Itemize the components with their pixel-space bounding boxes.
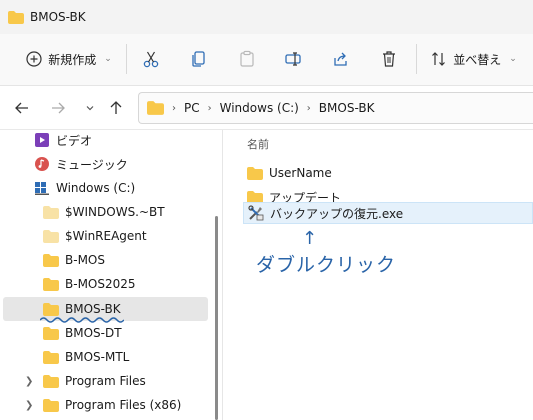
sort-button[interactable]: 並べ替え ⌄ <box>428 44 520 74</box>
folder-icon <box>43 253 59 267</box>
forward-button[interactable] <box>44 94 72 122</box>
sidebar-item-videos[interactable]: ビデオ <box>3 128 208 152</box>
video-icon <box>35 133 49 147</box>
new-button-label: 新規作成 <box>48 52 97 67</box>
music-icon <box>35 157 49 171</box>
cut-icon <box>143 51 159 68</box>
file-name: UserName <box>269 166 332 180</box>
plus-circle-icon <box>26 51 42 67</box>
rename-button[interactable] <box>278 44 308 74</box>
drive-icon <box>35 182 49 195</box>
chevron-right-icon[interactable]: ❯ <box>25 376 33 387</box>
folder-icon <box>43 302 59 316</box>
sidebar-item-label: BMOS-MTL <box>65 350 130 364</box>
paste-button[interactable] <box>232 44 262 74</box>
share-icon <box>334 52 347 66</box>
sidebar-item-label: B-MOS2025 <box>65 277 136 291</box>
sidebar-item-label: Program Files (x86) <box>65 398 182 412</box>
folder-icon <box>247 166 263 180</box>
folder-icon <box>147 101 164 115</box>
sidebar-item-bmos-dt[interactable]: BMOS-DT <box>3 321 208 345</box>
folder-icon <box>43 398 59 412</box>
copy-button[interactable] <box>184 44 214 74</box>
recent-locations-button[interactable] <box>76 94 104 122</box>
address-box[interactable]: › PC › Windows (C:) › BMOS-BK <box>138 92 533 124</box>
delete-icon <box>383 51 395 67</box>
delete-button[interactable] <box>374 44 404 74</box>
chevron-down-icon <box>86 106 94 111</box>
chevron-down-icon: ⌄ <box>104 54 112 64</box>
column-header-name[interactable]: 名前 <box>247 136 269 152</box>
navigation-pane: ビデオ ミュージック Windows (C:) $WINDOWS.~BT $Wi… <box>0 130 222 420</box>
arrow-left-icon <box>15 102 28 114</box>
sidebar-item-label: ビデオ <box>56 133 93 148</box>
back-button[interactable] <box>8 94 36 122</box>
scrollbar-thumb[interactable] <box>215 216 218 420</box>
title-bar: BMOS-BK <box>0 0 533 34</box>
file-row-restore-exe[interactable]: バックアップの復元.exe <box>243 202 533 224</box>
chevron-down-icon: ⌄ <box>509 54 517 64</box>
folder-icon <box>43 350 59 364</box>
sidebar-scrollbar[interactable] <box>211 130 221 420</box>
breadcrumb-drive[interactable]: Windows (C:) <box>220 101 299 115</box>
toolbar-divider <box>416 44 417 74</box>
sidebar-item-winreagent[interactable]: $WinREAgent <box>3 224 208 248</box>
cut-button[interactable] <box>136 44 166 74</box>
sidebar-item-windows-bt[interactable]: $WINDOWS.~BT <box>3 200 208 224</box>
chevron-right-icon: › <box>306 102 311 114</box>
sidebar-item-label: BMOS-BK <box>65 302 121 316</box>
sidebar-item-windows-c[interactable]: Windows (C:) <box>3 176 208 200</box>
sidebar-item-b-mos2025[interactable]: B-MOS2025 <box>3 272 208 296</box>
command-bar: 新規作成 ⌄ 並べ替え ⌄ <box>0 34 533 86</box>
annotation-arrow: ↑ <box>302 228 318 249</box>
folder-icon <box>43 326 59 340</box>
sidebar-item-b-mos[interactable]: B-MOS <box>3 248 208 272</box>
annotation-text: ダブルクリック <box>256 254 397 276</box>
folder-icon <box>43 277 59 291</box>
chevron-right-icon: › <box>172 102 176 114</box>
sidebar-item-label: ミュージック <box>56 157 128 172</box>
sidebar-item-label: Windows (C:) <box>56 181 136 195</box>
share-button[interactable] <box>326 44 356 74</box>
breadcrumb-pc[interactable]: PC <box>184 101 200 115</box>
toolbar-divider <box>126 44 127 74</box>
folder-icon <box>8 10 24 24</box>
sidebar-item-label: $WinREAgent <box>65 229 147 243</box>
rename-icon <box>285 52 301 66</box>
chevron-right-icon[interactable]: ❯ <box>25 400 33 411</box>
folder-icon <box>43 205 59 219</box>
folder-icon <box>43 229 59 243</box>
tools-icon <box>248 205 264 221</box>
arrow-up-icon <box>110 101 122 114</box>
file-row-username[interactable]: UserName <box>243 162 533 184</box>
sidebar-item-label: $WINDOWS.~BT <box>65 205 165 219</box>
window-title: BMOS-BK <box>30 10 86 24</box>
new-button[interactable]: 新規作成 ⌄ <box>14 44 124 74</box>
file-name: バックアップの復元.exe <box>270 206 404 221</box>
arrow-right-icon <box>52 102 65 114</box>
sidebar-item-label: BMOS-DT <box>65 326 122 340</box>
breadcrumb-current[interactable]: BMOS-BK <box>319 101 375 115</box>
folder-icon <box>43 374 59 388</box>
sort-button-label: 並べ替え <box>453 52 502 67</box>
sidebar-item-label: Program Files <box>65 374 146 388</box>
copy-icon <box>192 51 205 67</box>
chevron-right-icon: › <box>207 102 212 114</box>
address-bar: › PC › Windows (C:) › BMOS-BK <box>0 86 533 130</box>
sidebar-item-program-files[interactable]: ❯ Program Files <box>3 369 208 393</box>
paste-icon <box>240 50 254 67</box>
squiggle-underline <box>40 317 124 323</box>
sidebar-item-program-files-x86[interactable]: ❯ Program Files (x86) <box>3 393 208 417</box>
up-button[interactable] <box>102 94 130 122</box>
sidebar-item-bmos-mtl[interactable]: BMOS-MTL <box>3 345 208 369</box>
sidebar-item-music[interactable]: ミュージック <box>3 152 208 176</box>
sidebar-item-label: B-MOS <box>65 253 105 267</box>
sort-icon <box>432 52 446 66</box>
